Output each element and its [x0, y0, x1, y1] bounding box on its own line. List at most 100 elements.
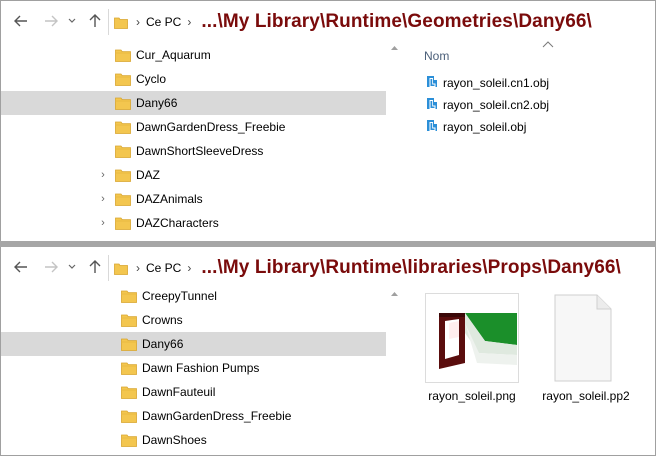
file-label: rayon_soleil.cn1.obj [443, 76, 550, 90]
back-arrow-icon [14, 261, 27, 273]
obj-file-icon [425, 96, 439, 114]
tree-item-label: CreepyTunnel [142, 289, 217, 303]
scroll-up-arrow-icon[interactable] [390, 289, 399, 298]
tree-item[interactable]: Cur_Aquarum [1, 43, 386, 67]
folder-icon [115, 96, 131, 113]
forward-arrow-icon [45, 15, 58, 27]
breadcrumb-separator-icon: › [136, 15, 140, 29]
folder-icon [121, 337, 137, 354]
breadcrumb-root[interactable]: Ce PC [146, 15, 181, 29]
tree-item-label: DAZAnimals [136, 192, 203, 206]
up-button[interactable] [85, 255, 105, 279]
navigation-tree: CreepyTunnel Crowns Dany66 Dawn Fashion Pum… [1, 287, 386, 455]
breadcrumb-separator-icon: › [136, 261, 140, 275]
file-label: rayon_soleil.png [428, 389, 516, 403]
file-item[interactable] [425, 293, 519, 383]
tree-scrollbar[interactable] [389, 43, 400, 241]
folder-icon [115, 144, 131, 161]
chevron-right-icon[interactable]: › [98, 169, 108, 181]
navigation-bar: › Ce PC › ...\My Library\Runtime\librari… [1, 247, 655, 287]
explorer-pane-top: › Ce PC › ...\My Library\Runtime\Geometr… [1, 1, 655, 241]
tree-item-label: Cyclo [136, 72, 167, 86]
folder-icon [115, 120, 131, 137]
explorer-pane-bottom: › Ce PC › ...\My Library\Runtime\librari… [1, 247, 655, 455]
tree-item[interactable]: Dany66 [1, 91, 386, 115]
folder-icon [121, 385, 137, 402]
file-label: rayon_soleil.cn2.obj [443, 98, 550, 112]
tree-item-label: Dany66 [142, 337, 184, 351]
file-item[interactable]: rayon_soleil.cn2.obj [425, 95, 549, 115]
folder-icon [115, 216, 131, 233]
folder-icon [115, 72, 131, 89]
navigation-bar: › Ce PC › ...\My Library\Runtime\Geometr… [1, 1, 655, 41]
recent-locations-button[interactable] [65, 255, 79, 279]
breadcrumb-separator-icon: › [187, 15, 192, 29]
file-item[interactable]: rayon_soleil.obj [425, 117, 526, 137]
address-bar[interactable]: › Ce PC › ...\My Library\Runtime\Geometr… [108, 9, 653, 35]
tree-item-label: Dawn Fashion Pumps [142, 361, 260, 375]
tree-item[interactable]: Dany66 [1, 332, 386, 356]
folder-icon [121, 313, 137, 330]
folder-icon [114, 263, 128, 275]
forward-arrow-icon [45, 261, 58, 273]
tree-item[interactable]: › DAZAnimals [1, 187, 386, 211]
obj-file-icon [425, 74, 439, 92]
folder-icon [121, 289, 137, 306]
forward-button[interactable] [39, 255, 63, 279]
folder-icon [115, 192, 131, 209]
tree-item-label: DawnShortSleeveDress [136, 144, 264, 158]
folder-icon [121, 409, 137, 426]
folder-icon [115, 48, 131, 65]
breadcrumb-root[interactable]: Ce PC [146, 261, 181, 275]
file-item[interactable] [553, 293, 613, 383]
chevron-down-icon [68, 264, 76, 269]
tree-item[interactable]: › DAZCharacters [1, 211, 386, 235]
recent-locations-button[interactable] [65, 9, 79, 33]
tree-item-label: DawnFauteuil [142, 385, 216, 399]
blank-document-icon [554, 294, 612, 382]
tree-item[interactable]: DawnFauteuil [1, 380, 386, 404]
tree-item-label: Dany66 [136, 96, 178, 110]
tree-item-label: DAZ [136, 168, 160, 182]
tree-scrollbar[interactable] [389, 289, 400, 455]
back-arrow-icon [14, 15, 27, 27]
chevron-down-icon [68, 18, 76, 23]
chevron-right-icon[interactable]: › [98, 193, 108, 205]
file-view-large-icons: rayon_soleil.png rayon_soleil.pp2 [403, 287, 655, 455]
breadcrumb-separator-icon: › [187, 261, 192, 275]
back-button[interactable] [9, 9, 33, 33]
file-list: Nom rayon_soleil.cn1.obj rayon_soleil.cn2… [403, 41, 655, 241]
folder-icon [115, 168, 131, 185]
tree-item[interactable]: Crowns [1, 308, 386, 332]
tree-item-label: Crowns [142, 313, 183, 327]
navigation-tree: Cur_Aquarum Cyclo Dany66 DawnGardenDress_Fr… [1, 41, 386, 241]
back-button[interactable] [9, 255, 33, 279]
tree-item[interactable]: Dawn Fashion Pumps [1, 356, 386, 380]
tree-item[interactable]: CreepyTunnel [1, 284, 386, 308]
chevron-right-icon[interactable]: › [98, 217, 108, 229]
scroll-up-arrow-icon[interactable] [390, 43, 399, 52]
forward-button[interactable] [39, 9, 63, 33]
up-arrow-icon [89, 14, 101, 27]
tree-item[interactable]: DawnShortSleeveDress [1, 139, 386, 163]
folder-icon [121, 361, 137, 378]
folder-icon [121, 433, 137, 450]
up-button[interactable] [85, 9, 105, 33]
folder-icon [114, 17, 128, 29]
tree-item[interactable]: Cyclo [1, 67, 386, 91]
tree-item-label: Cur_Aquarum [136, 48, 211, 62]
file-item[interactable]: rayon_soleil.cn1.obj [425, 73, 549, 93]
path-annotation: ...\My Library\Runtime\libraries\Props\D… [201, 257, 621, 278]
tree-item[interactable]: DawnShoes [1, 428, 386, 452]
column-header-name[interactable]: Nom [424, 49, 449, 63]
tree-item[interactable]: DawnGardenDress_Freebie [1, 115, 386, 139]
tree-item-label: DawnGardenDress_Freebie [136, 120, 286, 134]
path-annotation: ...\My Library\Runtime\Geometries\Dany66… [201, 11, 592, 32]
tree-item-label: DawnGardenDress_Freebie [142, 409, 292, 423]
tree-item-label: DAZCharacters [136, 216, 219, 230]
tree-item[interactable]: DawnGardenDress_Freebie [1, 404, 386, 428]
png-thumbnail-icon [425, 293, 519, 383]
obj-file-icon [425, 118, 439, 136]
address-bar[interactable]: › Ce PC › ...\My Library\Runtime\librari… [108, 255, 653, 281]
tree-item[interactable]: › DAZ [1, 163, 386, 187]
